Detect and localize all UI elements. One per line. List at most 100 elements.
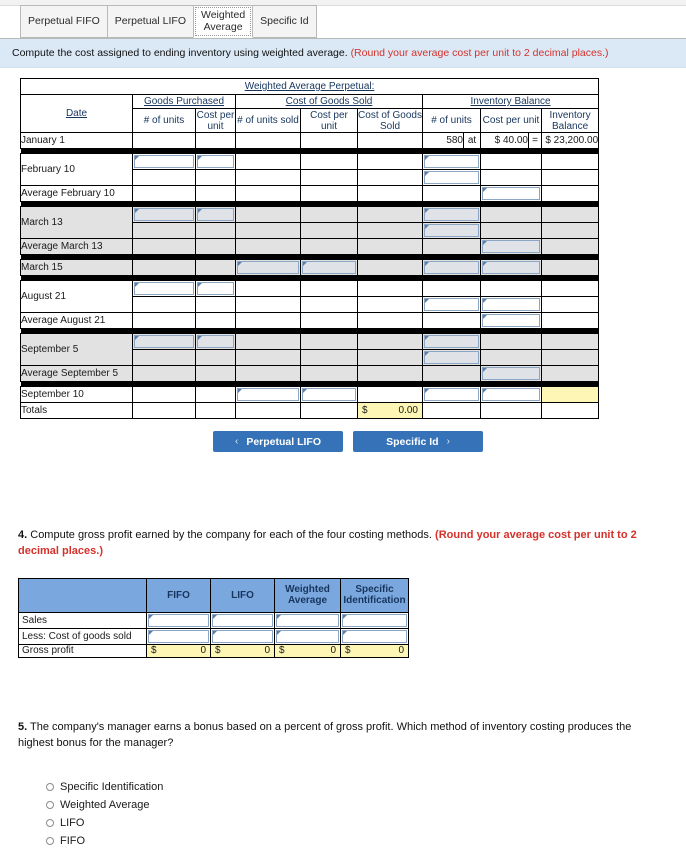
sep10-ib-units-cell[interactable] [422,386,481,403]
aug21-ib-cost-cell[interactable] [480,296,542,313]
gp-cogs-wavg-cell[interactable] [274,627,341,645]
option-label-weighted-average: Weighted Average [60,798,150,811]
gp-sales-wavg-input[interactable] [276,613,339,627]
mar13-gp-units-cell[interactable] [132,206,196,223]
mar13-ib-units-input-2[interactable] [424,224,479,237]
aug21-gp-units-cell[interactable] [132,280,196,297]
gp-total-wavg-value: 0 [330,645,336,657]
sep5-ib-units-input-cell-1[interactable] [422,333,481,350]
sep5-ib-units-input-2[interactable] [424,351,479,364]
feb10-ib-units-input-cell-1[interactable] [422,153,481,170]
mar15-cogs-units-cell[interactable] [235,259,301,276]
feb10-ib-units-input-1[interactable] [424,155,479,168]
radio-lifo-icon[interactable] [46,818,54,827]
option-label-specific-identification: Specific Identification [60,780,164,793]
gp-sales-lifo-input[interactable] [212,613,273,627]
aug21-gp-units-input[interactable] [134,282,194,295]
aug21-gp-cost-cell[interactable] [195,280,236,297]
sep10-ib-cost-cell[interactable] [480,386,542,403]
gp-sales-wavg-cell[interactable] [274,611,341,629]
prev-tab-button[interactable]: ‹ Perpetual LIFO [213,431,343,452]
avgaug21-ib-cost-cell[interactable] [480,312,542,329]
feb10-gp-cost-input[interactable] [197,155,234,168]
gp-sales-lifo-cell[interactable] [210,611,275,629]
sep10-ib-cost-input[interactable] [482,388,540,401]
mar13-gp-units-input[interactable] [134,208,194,221]
sep5-gp-units-cell[interactable] [132,333,196,350]
sep10-cogs-units-cell[interactable] [235,386,301,403]
cell-blank [357,238,423,255]
gp-total-fifo-cell: $ 0 [146,643,211,658]
row-label-average-february-10: Average February 10 [20,185,133,202]
option-fifo[interactable]: FIFO [46,832,668,850]
tab-weighted-average[interactable]: Weighted Average [192,5,254,38]
option-specific-identification[interactable]: Specific Identification [46,778,668,796]
gp-cogs-fifo-input[interactable] [148,629,209,643]
tab-specific-id[interactable]: Specific Id [252,5,317,38]
next-tab-button[interactable]: Specific Id › [353,431,483,452]
mar13-ib-units-input-cell-1[interactable] [422,206,481,223]
aug21-gp-cost-input[interactable] [197,282,234,295]
mar13-ib-units-input-1[interactable] [424,208,479,221]
mar15-cogs-cost-input[interactable] [302,261,356,274]
gp-sales-fifo-cell[interactable] [146,611,211,629]
sep5-gp-units-input[interactable] [134,335,194,348]
avgfeb10-ib-cost-input[interactable] [482,187,540,200]
tab-perpetual-lifo[interactable]: Perpetual LIFO [106,5,194,38]
gp-cogs-lifo-cell[interactable] [210,627,275,645]
avgmar13-ib-cost-cell[interactable] [480,238,542,255]
gp-cogs-specid-input[interactable] [342,629,407,643]
gp-sales-fifo-input[interactable] [148,613,209,627]
aug21-ib-units-input[interactable] [424,298,479,311]
mar15-ib-cost-input[interactable] [482,261,540,274]
aug21-ib-cost-input[interactable] [482,298,540,311]
mar13-gp-cost-cell[interactable] [195,206,236,223]
table-row-march-13: March 13 [20,206,600,239]
avgfeb10-ib-cost-cell[interactable] [480,185,542,202]
question-4-text: 4. Compute gross profit earned by the co… [18,528,668,560]
sep10-cogs-cost-input[interactable] [302,388,356,401]
avgsep5-ib-cost-cell[interactable] [480,365,542,382]
gp-cogs-lifo-input[interactable] [212,629,273,643]
gp-sales-specid-input[interactable] [342,613,407,627]
sep5-gp-cost-input[interactable] [197,335,234,348]
feb10-gp-cost-cell[interactable] [195,153,236,170]
avgsep5-ib-cost-input[interactable] [482,367,540,380]
avgaug21-ib-cost-input[interactable] [482,314,540,327]
feb10-gp-units-input[interactable] [134,155,194,168]
avgmar13-ib-cost-input[interactable] [482,240,540,253]
cell-blank [300,365,358,382]
mar15-ib-units-input[interactable] [424,261,479,274]
cell-blank [357,349,423,366]
sep5-ib-units-input-cell-2[interactable] [422,349,481,366]
sep10-ib-units-input[interactable] [424,388,479,401]
row-label-september-10: September 10 [20,386,133,403]
mar15-cogs-units-input[interactable] [237,261,299,274]
option-weighted-average[interactable]: Weighted Average [46,796,668,814]
cell-blank [422,238,481,255]
mar15-ib-units-cell[interactable] [422,259,481,276]
sep5-gp-cost-cell[interactable] [195,333,236,350]
tab-perpetual-fifo[interactable]: Perpetual FIFO [20,5,108,38]
sep10-cogs-units-input[interactable] [237,388,299,401]
gp-cogs-specid-cell[interactable] [340,627,409,645]
feb10-gp-units-cell[interactable] [132,153,196,170]
radio-specific-identification-icon[interactable] [46,782,54,791]
mar13-gp-cost-input[interactable] [197,208,234,221]
radio-fifo-icon[interactable] [46,836,54,845]
feb10-ib-units-input-cell-2[interactable] [422,169,481,186]
mar15-cogs-cost-cell[interactable] [300,259,358,276]
gp-cogs-wavg-input[interactable] [276,629,339,643]
feb10-ib-units-input-2[interactable] [424,171,479,184]
gp-cogs-fifo-cell[interactable] [146,627,211,645]
mar15-ib-cost-cell[interactable] [480,259,542,276]
aug21-ib-units-cell[interactable] [422,296,481,313]
radio-weighted-average-icon[interactable] [46,800,54,809]
sep10-cogs-cost-cell[interactable] [300,386,358,403]
cell-blank [235,333,301,350]
option-lifo[interactable]: LIFO [46,814,668,832]
mar13-ib-units-input-cell-2[interactable] [422,222,481,239]
sep5-ib-units-input-1[interactable] [424,335,479,348]
gp-sales-specid-cell[interactable] [340,611,409,629]
cell-blank [235,132,301,149]
